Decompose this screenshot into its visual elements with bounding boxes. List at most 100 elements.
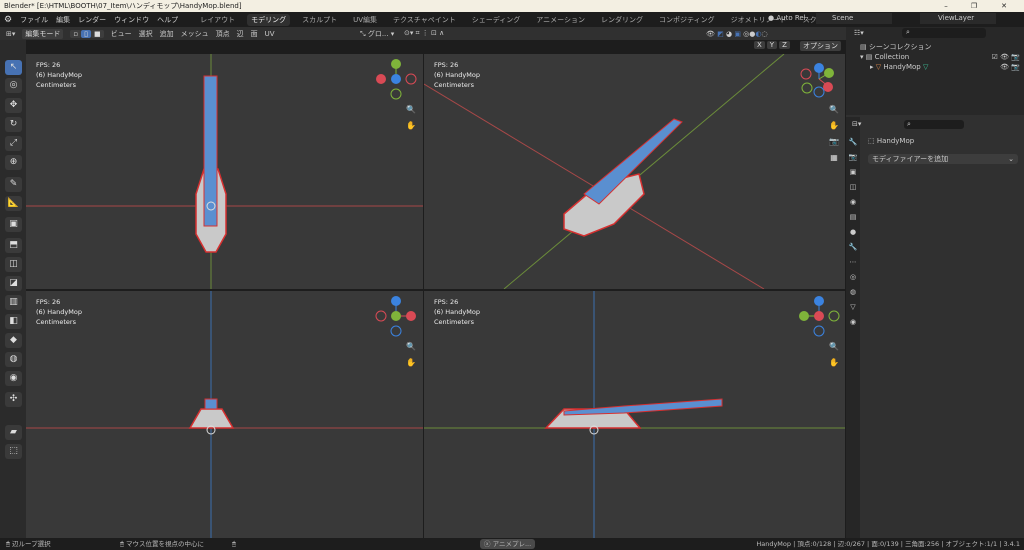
cursor-icon[interactable]: ◎ bbox=[5, 78, 22, 93]
menu-edge[interactable]: 辺 bbox=[237, 29, 244, 39]
pan-hand-icon[interactable]: ✋ bbox=[405, 120, 417, 132]
tab-modeling[interactable]: モデリング bbox=[247, 13, 291, 26]
visibility-icons[interactable]: 👁 📷 bbox=[1000, 63, 1020, 71]
menu-face[interactable]: 面 bbox=[251, 29, 258, 39]
edge-select-icon[interactable]: ▯ bbox=[81, 29, 91, 38]
scene-stats: HandyMop | 頂点:0/128 | 辺:0/267 | 面:0/139 … bbox=[756, 540, 1020, 548]
add-cube-icon[interactable]: ▣ bbox=[5, 217, 22, 232]
menu-render[interactable]: レンダー bbox=[78, 15, 106, 25]
zoom-icon[interactable]: 🔍 bbox=[828, 104, 840, 116]
zoom-icon[interactable]: 🔍 bbox=[405, 341, 417, 353]
tab-uv[interactable]: UV編集 bbox=[349, 14, 381, 26]
menu-view[interactable]: ビュー bbox=[111, 29, 132, 39]
edge-slide-icon[interactable]: ✣ bbox=[5, 392, 22, 407]
mirror-z-toggle[interactable]: Z bbox=[779, 41, 790, 49]
menu-select[interactable]: 選択 bbox=[139, 29, 153, 39]
spin-icon[interactable]: ◍ bbox=[5, 352, 22, 367]
top-menu-bar: ⚙ ファイル 編集 レンダー ウィンドウ ヘルプ レイアウト モデリング スカル… bbox=[0, 12, 1024, 27]
navigation-gizmo[interactable] bbox=[424, 291, 845, 351]
blender-logo-icon[interactable]: ⚙ bbox=[4, 15, 12, 25]
measure-icon[interactable]: 📐 bbox=[5, 196, 22, 211]
poly-build-icon[interactable]: ◆ bbox=[5, 333, 22, 348]
menu-file[interactable]: ファイル bbox=[20, 15, 48, 25]
transform-icon[interactable]: ⊕ bbox=[5, 155, 22, 170]
rotate-icon[interactable]: ↻ bbox=[5, 117, 22, 132]
face-select-icon[interactable]: ■ bbox=[91, 29, 104, 38]
editor-type-icon[interactable]: ⊞▾ bbox=[6, 30, 15, 38]
animation-playback-button[interactable]: ⓧ アニメプレ... bbox=[480, 539, 536, 549]
view-layer-selector[interactable]: ViewLayer bbox=[920, 13, 996, 24]
visibility-icons[interactable]: ☑ 👁 📷 bbox=[992, 53, 1020, 61]
mirror-axes: X Y Z bbox=[754, 41, 790, 49]
viewport-shading-icons[interactable]: 👁 ◩ ◕ ▣ ◎●◐◌ bbox=[706, 30, 768, 38]
camera-icon[interactable]: 📷 bbox=[828, 136, 840, 148]
tab-animation[interactable]: アニメーション bbox=[532, 14, 589, 26]
mode-dropdown[interactable]: 編集モード bbox=[22, 28, 64, 39]
vertex-select-icon[interactable]: ▫ bbox=[70, 29, 82, 38]
pivot-icon[interactable]: ⊙▾ ⌗ ⋮ ⊡ ∧ bbox=[404, 29, 444, 38]
smooth-icon[interactable]: ◉ bbox=[5, 371, 22, 386]
menu-vertex[interactable]: 頂点 bbox=[216, 29, 230, 39]
pan-hand-icon[interactable]: ✋ bbox=[828, 357, 840, 369]
add-modifier-dropdown[interactable]: モディファイアーを追加 ⌄ bbox=[868, 154, 1018, 164]
outliner-object-handymop[interactable]: ▸ ▽ HandyMop ▽ 👁 📷 bbox=[870, 63, 1020, 71]
knife-icon[interactable]: ◧ bbox=[5, 314, 22, 329]
scale-icon[interactable]: ⤢ bbox=[5, 136, 22, 151]
tab-layout[interactable]: レイアウト bbox=[196, 14, 239, 26]
tool-header: ⊞▾ 編集モード ▫ ▯ ■ ビュー 選択 追加 メッシュ 頂点 辺 面 UV ⤡ … bbox=[0, 27, 846, 40]
annotate-icon[interactable]: ✎ bbox=[5, 177, 22, 192]
maximize-button[interactable]: ❐ bbox=[960, 0, 988, 12]
tab-compositing[interactable]: コンポジティング bbox=[655, 14, 719, 26]
navigation-gizmo[interactable] bbox=[26, 291, 423, 351]
menu-uv[interactable]: UV bbox=[265, 30, 275, 38]
viewport-front[interactable]: FPS: 26 (6) HandyMop Centimeters 🔍 ✋ bbox=[26, 291, 423, 538]
viewport-top[interactable]: FPS: 26 (6) HandyMop Centimeters 🔍 ✋ bbox=[26, 54, 423, 289]
scene-collection-label: シーンコレクション bbox=[868, 43, 932, 51]
scene-selector[interactable]: Scene bbox=[816, 13, 892, 24]
menu-mesh[interactable]: メッシュ bbox=[181, 29, 209, 39]
minimize-button[interactable]: – bbox=[932, 0, 960, 12]
outliner-scene-collection[interactable]: ▤ シーンコレクション bbox=[860, 42, 932, 52]
mirror-y-toggle[interactable]: Y bbox=[766, 41, 778, 49]
mirror-x-toggle[interactable]: X bbox=[754, 41, 765, 49]
menu-edit[interactable]: 編集 bbox=[56, 15, 70, 25]
viewport-side[interactable]: FPS: 26 (6) HandyMop Centimeters 🔍 ✋ bbox=[424, 291, 845, 538]
properties-tabs[interactable]: 🔧 📷 ▣ ◫ ◉ ▤ ● 🔧 ⋯ ◎ ◍ ▽ ◉ bbox=[846, 117, 860, 538]
menu-window[interactable]: ウィンドウ bbox=[114, 15, 149, 25]
tab-shading[interactable]: シェーディング bbox=[468, 14, 525, 26]
select-box-icon[interactable]: ↖ bbox=[5, 60, 22, 75]
pan-hand-icon[interactable]: ✋ bbox=[405, 357, 417, 369]
outliner-collection[interactable]: ▾ ▤ Collection ☑ 👁 📷 bbox=[860, 53, 1020, 61]
mop-handle-mesh bbox=[204, 398, 218, 410]
menu-add[interactable]: 追加 bbox=[160, 29, 174, 39]
pan-hand-icon[interactable]: ✋ bbox=[828, 120, 840, 132]
mouse-icon: 🖱 bbox=[232, 540, 236, 548]
properties-search-input[interactable]: ⌕ bbox=[904, 120, 964, 129]
inset-icon[interactable]: ◫ bbox=[5, 257, 22, 272]
extrude-icon[interactable]: ⬒ bbox=[5, 238, 22, 253]
loop-cut-icon[interactable]: ▥ bbox=[5, 295, 22, 310]
zoom-icon[interactable]: 🔍 bbox=[828, 341, 840, 353]
properties-editor-type-icon[interactable]: ⊟▾ bbox=[852, 120, 861, 128]
auto-run-button[interactable]: ● Auto Rel... bbox=[768, 14, 812, 22]
properties-editor: 🔧 📷 ▣ ◫ ◉ ▤ ● 🔧 ⋯ ◎ ◍ ▽ ◉ ⊟▾ ⌕ ⬚ HandyMop モディファイアーを追… bbox=[846, 117, 1024, 538]
viewport-perspective[interactable]: FPS: 26 (6) HandyMop Centimeters 🔍 ✋ 📷 ▦ bbox=[424, 54, 845, 289]
move-icon[interactable]: ✥ bbox=[5, 98, 22, 113]
outliner-filter-icon[interactable]: ☷▾ bbox=[854, 29, 864, 37]
tab-rendering[interactable]: レンダリング bbox=[597, 14, 647, 26]
navigation-gizmo[interactable] bbox=[26, 54, 423, 114]
tab-texture-paint[interactable]: テクスチャペイント bbox=[389, 14, 460, 26]
shear-icon[interactable]: ▰ bbox=[5, 425, 22, 440]
transform-orientation-dropdown[interactable]: ⤡ グロ... ▾ bbox=[360, 29, 394, 39]
bevel-icon[interactable]: ◪ bbox=[5, 276, 22, 291]
outliner-search-input[interactable]: ⌕ bbox=[902, 28, 986, 38]
select-mode-buttons[interactable]: ▫ ▯ ■ bbox=[70, 29, 104, 38]
tab-sculpt[interactable]: スカルプト bbox=[298, 14, 341, 26]
navigation-gizmo[interactable] bbox=[424, 54, 845, 114]
rip-icon[interactable]: ⬚ bbox=[5, 444, 22, 459]
zoom-icon[interactable]: 🔍 bbox=[405, 104, 417, 116]
menu-help[interactable]: ヘルプ bbox=[157, 15, 178, 25]
close-button[interactable]: ✕ bbox=[990, 0, 1018, 12]
options-dropdown[interactable]: オプション bbox=[800, 41, 841, 51]
grid-icon[interactable]: ▦ bbox=[828, 152, 840, 164]
